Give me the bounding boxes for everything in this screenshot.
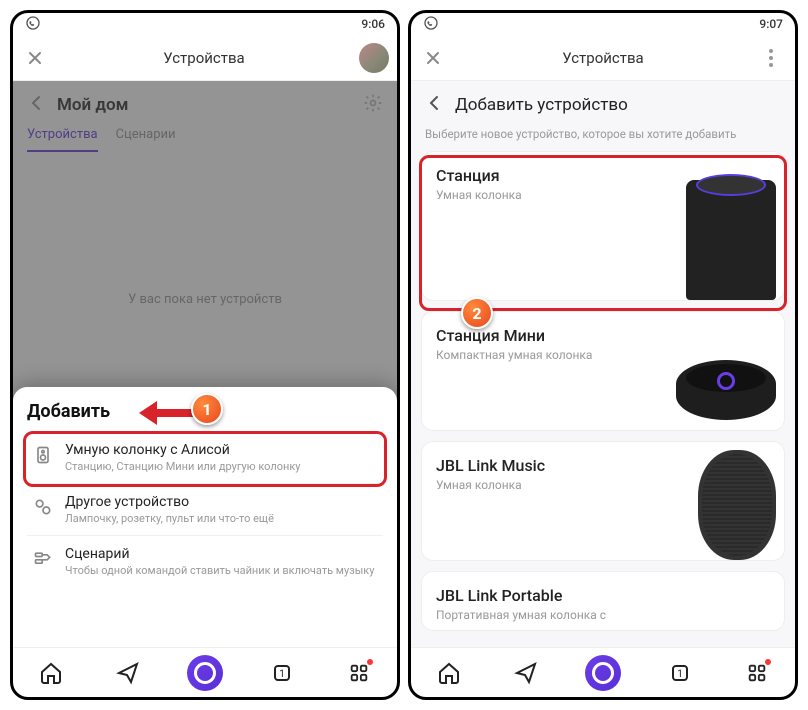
status-time: 9:07 — [759, 17, 783, 31]
kebab-menu-icon[interactable] — [759, 49, 783, 67]
sheet-row-other-device[interactable]: Другое устройство Лампочку, розетку, пул… — [27, 484, 383, 536]
status-bar: 9:07 — [411, 13, 795, 35]
device-card-station-mini[interactable]: Станция Мини Компактная умная колонка — [421, 311, 785, 431]
nav-apps[interactable] — [339, 653, 379, 693]
step-badge-2: 2 — [461, 297, 493, 329]
nav-send[interactable] — [108, 653, 148, 693]
row-subtitle: Лампочку, розетку, пульт или что-то ещё — [65, 512, 274, 525]
nav-alice[interactable] — [583, 653, 623, 693]
content-area: Мой дом Устройства Сценарии У вас пока н… — [13, 81, 397, 647]
nav-apps[interactable] — [737, 653, 777, 693]
back-icon[interactable] — [425, 93, 445, 117]
hint-text: Выберите новое устройство, которое вы хо… — [411, 123, 795, 151]
whatsapp-icon — [423, 15, 439, 34]
device-card-station[interactable]: Станция Умная колонка — [421, 151, 785, 301]
nav-send[interactable] — [506, 653, 546, 693]
arrow-step-1 — [139, 401, 197, 425]
page-title: Добавить устройство — [455, 95, 628, 115]
nav-alice[interactable] — [185, 653, 225, 693]
row-title: Сценарий — [65, 546, 374, 562]
topbar-title: Устройства — [57, 49, 351, 67]
nav-tabs[interactable]: 1 — [262, 653, 302, 693]
sheet-row-scenario[interactable]: Сценарий Чтобы одной командой ставить ча… — [27, 536, 383, 587]
avatar[interactable] — [359, 43, 389, 73]
status-time: 9:06 — [361, 17, 385, 31]
device-card-jbl-music[interactable]: JBL Link Music Умная колонка — [421, 441, 785, 561]
status-bar: 9:06 — [13, 13, 397, 35]
sheet-row-smart-speaker[interactable]: Умную колонку с Алисой Станцию, Станцию … — [27, 432, 383, 484]
add-bottom-sheet: Добавить Умную колонку с Алисой Станцию,… — [13, 387, 397, 647]
device-image-mini — [676, 360, 776, 420]
device-card-jbl-portable[interactable]: JBL Link Portable Портативная умная коло… — [421, 571, 785, 631]
close-icon[interactable] — [419, 44, 447, 72]
device-title: Станция Мини — [436, 326, 770, 345]
device-list: Станция Умная колонка Станция Мини Компа… — [411, 151, 795, 631]
close-icon[interactable] — [21, 44, 49, 72]
row-subtitle: Чтобы одной командой ставить чайник и вк… — [65, 564, 374, 577]
page-header: Добавить устройство — [411, 81, 795, 123]
speaker-icon — [31, 443, 55, 467]
devices-icon — [31, 495, 55, 519]
device-image-station — [686, 180, 776, 300]
whatsapp-icon — [25, 15, 41, 34]
device-title: JBL Link Portable — [436, 586, 770, 605]
nav-tabs[interactable]: 1 — [660, 653, 700, 693]
topbar: Устройства — [13, 35, 397, 81]
topbar-title: Устройства — [455, 49, 751, 67]
nav-home[interactable] — [429, 653, 469, 693]
topbar: Устройства — [411, 35, 795, 81]
row-title: Умную колонку с Алисой — [65, 442, 301, 458]
svg-text:1: 1 — [677, 669, 683, 680]
content-area: Добавить устройство Выберите новое устро… — [411, 81, 795, 647]
phone-screen-1: 9:06 Устройства Мой дом Устройства Сцена — [10, 10, 400, 700]
bottom-nav: 1 — [411, 647, 795, 697]
device-image-jbl-music — [698, 450, 776, 560]
row-subtitle: Станцию, Станцию Мини или другую колонку — [65, 460, 301, 473]
nav-home[interactable] — [31, 653, 71, 693]
device-subtitle: Портативная умная колонка с — [436, 608, 770, 622]
phone-screen-2: 9:07 Устройства Добавить устройство Выбе… — [408, 10, 798, 700]
scenario-icon — [31, 547, 55, 571]
row-title: Другое устройство — [65, 494, 274, 510]
svg-text:1: 1 — [279, 669, 285, 680]
bottom-nav: 1 — [13, 647, 397, 697]
step-badge-1: 1 — [191, 393, 223, 425]
